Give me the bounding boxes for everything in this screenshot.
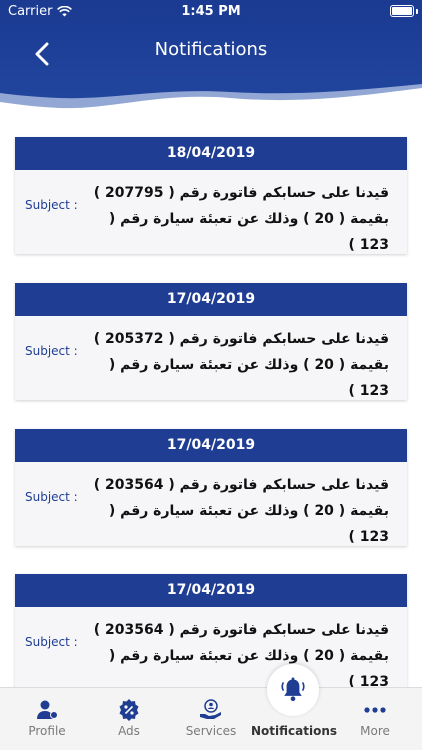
notification-card[interactable]: 17/04/2019 Subject : قيدنا على حسابكم فا… — [15, 283, 407, 400]
page-title: Notifications — [154, 39, 268, 60]
services-icon — [200, 699, 221, 719]
notification-card[interactable]: 17/04/2019 Subject : قيدنا على حسابكم فا… — [15, 429, 407, 546]
battery-tip — [416, 9, 418, 14]
tab-label: Notifications — [251, 724, 338, 738]
notification-body: Subject : قيدنا على حسابكم فاتورة رقم ( … — [15, 462, 407, 546]
tab-services[interactable]: Services — [169, 688, 253, 750]
status-bar: Carrier 1:45 PM — [0, 0, 422, 24]
tab-more[interactable]: More — [333, 688, 417, 750]
notification-message: قيدنا على حسابكم فاتورة رقم ( 207795 ) ب… — [93, 185, 389, 253]
subject-label: Subject : — [25, 344, 78, 358]
notification-date: 17/04/2019 — [15, 283, 407, 316]
notification-message: قيدنا على حسابكم فاتورة رقم ( 203564 ) ب… — [93, 477, 389, 545]
notifications-active-bubble[interactable] — [267, 664, 319, 716]
profile-icon — [37, 700, 58, 719]
tab-profile[interactable]: Profile — [5, 688, 89, 750]
header: Carrier 1:45 PM Notifications — [0, 0, 422, 130]
clock: 1:45 PM — [181, 4, 241, 19]
notification-body: Subject : قيدنا على حسابكم فاتورة رقم ( … — [15, 170, 407, 254]
notification-message: قيدنا على حسابكم فاتورة رقم ( 203564 ) ب… — [93, 622, 389, 690]
tab-ads[interactable]: Ads — [87, 688, 171, 750]
notification-body: Subject : قيدنا على حسابكم فاتورة رقم ( … — [15, 607, 407, 691]
more-dots-icon — [364, 707, 386, 713]
tab-label: More — [360, 724, 390, 738]
subject-label: Subject : — [25, 490, 78, 504]
tab-label: Profile — [28, 724, 66, 738]
subject-label: Subject : — [25, 198, 78, 212]
notification-date: 18/04/2019 — [15, 137, 407, 170]
battery-icon — [390, 5, 414, 17]
tab-bar: Profile Ads Services Notifications More — [0, 687, 422, 750]
notification-card[interactable]: 18/04/2019 Subject : قيدنا على حسابكم فا… — [15, 137, 407, 254]
percent-badge-icon — [119, 699, 139, 721]
notification-message: قيدنا على حسابكم فاتورة رقم ( 205372 ) ب… — [93, 331, 389, 399]
notification-date: 17/04/2019 — [15, 429, 407, 462]
notification-card[interactable]: 17/04/2019 Subject : قيدنا على حسابكم فا… — [15, 574, 407, 691]
notification-body: Subject : قيدنا على حسابكم فاتورة رقم ( … — [15, 316, 407, 400]
notification-date: 17/04/2019 — [15, 574, 407, 607]
subject-label: Subject : — [25, 635, 78, 649]
tab-label: Ads — [118, 724, 140, 738]
bell-icon — [281, 677, 305, 702]
tab-label: Services — [185, 724, 237, 738]
